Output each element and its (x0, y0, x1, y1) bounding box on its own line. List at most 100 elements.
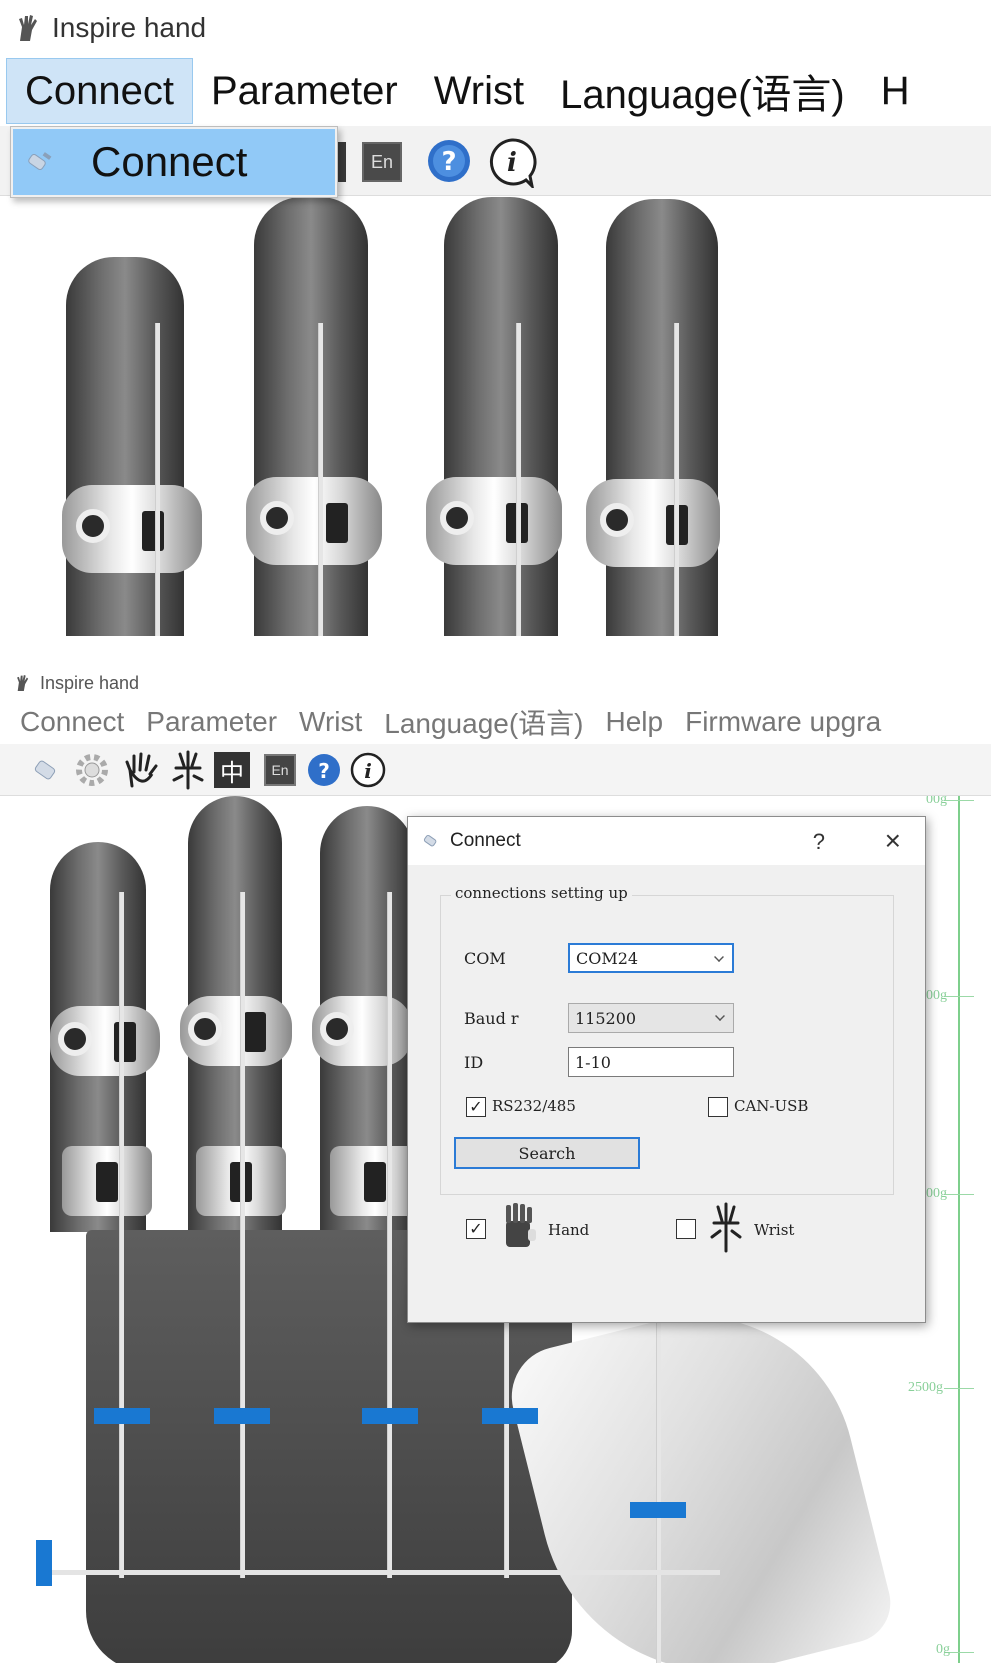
menu-bar: Connect Parameter Wrist Language(语言) H (0, 56, 991, 126)
axis-tick (944, 1194, 974, 1195)
svg-text:i: i (507, 148, 517, 178)
id-label: ID (464, 1053, 484, 1072)
axis-label: 0g (936, 1642, 950, 1657)
title-bar: Inspire hand (0, 0, 991, 56)
menu-parameter[interactable]: Parameter (193, 58, 416, 124)
about-info-icon[interactable]: i (348, 750, 388, 790)
finger-slider-track[interactable] (240, 892, 245, 1578)
menu-language[interactable]: Language(语言) (373, 702, 594, 742)
force-axis-line (958, 796, 960, 1663)
finger-slider-track[interactable] (119, 892, 124, 1578)
hand-device-icon (506, 1203, 536, 1247)
plug-icon (423, 834, 437, 847)
com-port-select[interactable]: COM24 (568, 943, 734, 973)
menu-help[interactable]: Help (595, 706, 675, 738)
can-usb-checkbox[interactable] (708, 1097, 728, 1117)
finger-slider-handle[interactable] (362, 1408, 418, 1424)
menu-firmware-upgrade[interactable]: Firmware upgra (674, 706, 892, 738)
finger-slider-track[interactable] (318, 323, 323, 636)
finger-joint (180, 996, 292, 1066)
com-label: COM (464, 949, 506, 968)
hand-gesture-icon[interactable] (124, 750, 160, 790)
finger-slider-track[interactable] (155, 323, 160, 636)
hand-fingers-image (0, 197, 991, 636)
connect-dropdown-menu: Connect (10, 126, 338, 198)
finger-slider-handle[interactable] (214, 1408, 270, 1424)
axis-tick (944, 800, 974, 801)
finger-image (444, 197, 558, 636)
english-language-button[interactable]: En (264, 754, 296, 786)
finger-slider-track[interactable] (387, 892, 392, 1578)
hand-app-icon (19, 15, 37, 41)
axis-label: 00g (926, 1186, 947, 1201)
dropdown-item-connect[interactable]: Connect (13, 129, 335, 195)
axis-tick (944, 1388, 974, 1389)
hand-app-icon (17, 675, 29, 691)
top-screenshot: Inspire hand Connect Parameter Wrist Lan… (0, 0, 991, 636)
english-language-icon[interactable]: En (362, 142, 402, 182)
menu-connect[interactable]: Connect (6, 58, 193, 124)
title-bar: Inspire hand (0, 666, 991, 700)
help-icon[interactable]: ? (426, 138, 472, 184)
finger-image (66, 257, 184, 636)
hand-checkbox[interactable]: ✓ (466, 1219, 486, 1239)
finger-slider-track[interactable] (516, 323, 521, 636)
menu-help-partial[interactable]: H (863, 58, 928, 124)
menu-wrist[interactable]: Wrist (288, 706, 373, 738)
finger-image (606, 199, 718, 636)
toolbar: 中 En ? i (0, 744, 991, 796)
search-button[interactable]: Search (454, 1137, 640, 1169)
finger-joint (246, 477, 382, 565)
help-question-icon: ? (428, 140, 470, 182)
thumb-slider-track[interactable] (656, 1296, 661, 1663)
baud-rate-select[interactable]: 115200 (568, 1003, 734, 1033)
app-title: Inspire hand (40, 672, 140, 693)
menu-connect[interactable]: Connect (0, 706, 135, 738)
wrist-checkbox[interactable] (676, 1219, 696, 1239)
finger-joint (426, 477, 562, 565)
gear-icon[interactable] (74, 752, 110, 788)
menu-wrist[interactable]: Wrist (416, 58, 542, 124)
finger-knuckle (62, 1146, 152, 1216)
hand-label: Hand (548, 1221, 590, 1239)
chinese-language-button[interactable]: 中 (214, 752, 250, 788)
finger-joint (62, 485, 202, 573)
chevron-down-icon (715, 1011, 725, 1021)
dialog-title: Connect (450, 830, 521, 851)
svg-text:i: i (364, 759, 372, 783)
finger-slider-handle[interactable] (482, 1408, 538, 1424)
can-usb-label: CAN-USB (734, 1097, 809, 1115)
wrist-icon[interactable] (170, 750, 206, 790)
group-title: connections setting up (451, 884, 632, 902)
rs232-checkbox[interactable]: ✓ (466, 1097, 486, 1117)
dialog-title-bar: Connect ? × (408, 817, 925, 865)
wrist-label: Wrist (754, 1221, 795, 1239)
about-info-icon[interactable]: i (486, 136, 538, 188)
help-icon[interactable]: ? (306, 752, 342, 788)
wrist-device-icon (710, 1202, 742, 1253)
axis-label: 2500g (908, 1380, 943, 1395)
dialog-help-button[interactable]: ? (813, 829, 825, 855)
app-title: Inspire hand (52, 12, 207, 43)
axis-label: 00g (926, 988, 947, 1003)
svg-text:?: ? (318, 759, 330, 783)
thumb-rotation-track[interactable] (50, 1570, 720, 1575)
info-bubble-icon: i (489, 138, 537, 188)
axis-label: 00g (926, 796, 947, 807)
baud-rate-label: Baud r (464, 1009, 519, 1028)
menu-language[interactable]: Language(语言) (542, 58, 863, 124)
connect-plug-icon[interactable] (30, 754, 64, 786)
menu-bar: Connect Parameter Wrist Language(语言) Hel… (0, 700, 991, 744)
rs232-label: RS232/485 (492, 1097, 576, 1115)
chevron-down-icon (714, 952, 724, 962)
menu-parameter[interactable]: Parameter (135, 706, 288, 738)
thumb-slider-handle[interactable] (630, 1502, 686, 1518)
finger-joint (586, 479, 720, 567)
finger-joint (312, 996, 412, 1066)
finger-slider-track[interactable] (674, 323, 679, 636)
finger-slider-handle[interactable] (94, 1408, 150, 1424)
id-range-input[interactable]: 1-10 (568, 1047, 734, 1077)
thumb-rotation-handle[interactable] (36, 1540, 52, 1586)
dialog-close-button[interactable]: × (885, 825, 901, 857)
plug-icon (28, 152, 52, 171)
